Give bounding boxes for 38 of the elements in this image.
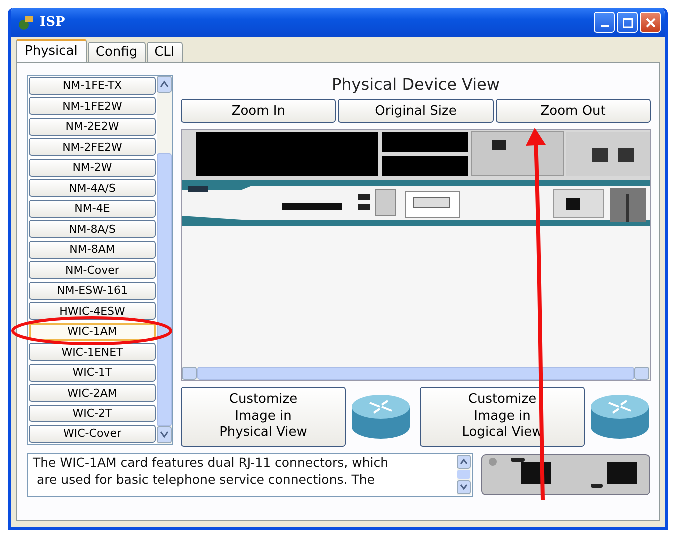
maximize-button[interactable] bbox=[617, 12, 638, 33]
view-title: Physical Device View bbox=[331, 75, 501, 96]
module-button[interactable]: WIC-Cover bbox=[29, 424, 156, 443]
tab[interactable]: CLI bbox=[146, 42, 183, 62]
module-button[interactable]: NM-4E bbox=[29, 200, 156, 218]
zoom-button[interactable]: Original Size bbox=[338, 99, 494, 123]
close-button[interactable] bbox=[640, 12, 661, 33]
module-button[interactable]: WIC-2AM bbox=[29, 384, 156, 402]
minimize-icon bbox=[600, 25, 608, 27]
module-button[interactable]: WIC-2T bbox=[29, 404, 156, 422]
module-button[interactable]: NM-1FE-TX bbox=[29, 77, 156, 95]
minimize-button[interactable] bbox=[594, 12, 615, 33]
module-button[interactable]: NM-Cover bbox=[29, 261, 156, 280]
module-button[interactable]: HWIC-4ESW bbox=[29, 302, 156, 320]
module-button[interactable]: NM-ESW-161 bbox=[29, 282, 156, 300]
close-icon bbox=[646, 18, 656, 28]
maximize-icon bbox=[622, 18, 632, 28]
module-button[interactable]: NM-2E2W bbox=[29, 118, 156, 136]
vertical-scrollbar[interactable] bbox=[457, 455, 471, 495]
module-button[interactable]: WIC-1ENET bbox=[29, 343, 156, 362]
zoom-button[interactable]: Zoom Out bbox=[496, 99, 651, 123]
window-title: ISP bbox=[40, 15, 66, 30]
module-button[interactable]: NM-2W bbox=[29, 158, 156, 177]
vertical-scrollbar[interactable] bbox=[157, 76, 172, 444]
horizontal-scrollbar[interactable] bbox=[182, 367, 650, 380]
module-button[interactable]: WIC-1T bbox=[29, 364, 156, 382]
module-button[interactable]: NM-2FE2W bbox=[29, 138, 156, 156]
description-text: The WIC-1AM card features dual RJ-11 connectors, which are used for basic telephone service connections. The bbox=[33, 455, 389, 489]
module-button[interactable]: NM-4A/S bbox=[29, 179, 156, 198]
module-button[interactable]: NM-1FE2W bbox=[29, 97, 156, 116]
app-icon bbox=[17, 14, 35, 32]
tab[interactable]: Config bbox=[88, 42, 146, 62]
tab[interactable]: Physical bbox=[16, 39, 87, 62]
module-button[interactable]: WIC-1AM bbox=[29, 322, 156, 341]
module-button[interactable]: NM-8A/S bbox=[29, 220, 156, 238]
module-button[interactable]: NM-8AM bbox=[29, 240, 156, 259]
zoom-button[interactable]: Zoom In bbox=[181, 99, 336, 123]
customize-button[interactable]: Customize Image in Physical View bbox=[181, 387, 346, 447]
